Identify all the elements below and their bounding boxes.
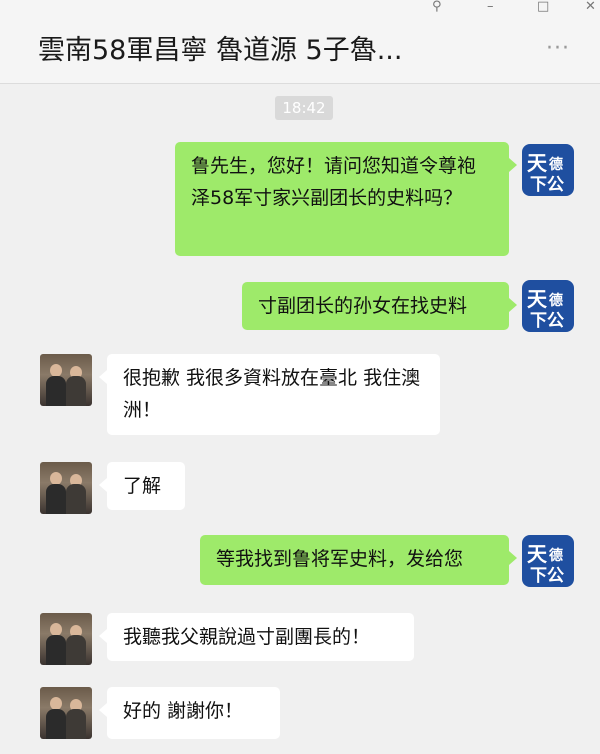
incoming-message[interactable]: 了解 [99, 462, 185, 510]
message-text: 好的 謝謝你！ [123, 700, 244, 722]
contact-avatar[interactable] [40, 354, 92, 406]
contact-avatar[interactable] [40, 687, 92, 739]
avatar-text-bottom: 下公 [530, 566, 564, 586]
chat-title: 雲南58軍昌寧 魯道源 5子魯... [38, 35, 403, 66]
my-avatar[interactable]: 天 德 下公 [522, 280, 574, 332]
message-text: 我聽我父親說過寸副團長的！ [123, 626, 371, 648]
message-text: 很抱歉 我很多資料放在臺北 我住澳洲！ [123, 367, 421, 421]
message-text: 鲁先生，您好！请问您知道令尊袍泽58军寸家兴副团长的史料吗？ [191, 155, 477, 209]
incoming-message[interactable]: 很抱歉 我很多資料放在臺北 我住澳洲！ [99, 354, 440, 435]
message-timestamp: 18:42 [275, 96, 333, 120]
message-text: 寸副团长的孙女在找史料 [258, 295, 468, 317]
message-text: 了解 [123, 475, 162, 497]
chat-header: ⚲ – □ ✕ 雲南58軍昌寧 魯道源 5子魯... ··· [0, 0, 600, 84]
pin-icon[interactable]: ⚲ [432, 0, 442, 14]
my-avatar[interactable]: 天 德 下公 [522, 535, 574, 587]
incoming-message[interactable]: 好的 謝謝你！ [99, 687, 280, 739]
close-icon[interactable]: ✕ [585, 0, 596, 14]
avatar-text-bottom: 下公 [530, 175, 564, 195]
contact-avatar[interactable] [40, 462, 92, 514]
avatar-text-bottom: 下公 [530, 311, 564, 331]
outgoing-message[interactable]: 等我找到鲁将军史料，发给您 [200, 535, 517, 585]
my-avatar[interactable]: 天 德 下公 [522, 144, 574, 196]
contact-avatar[interactable] [40, 613, 92, 665]
incoming-message[interactable]: 我聽我父親說過寸副團長的！ [99, 613, 414, 661]
minimize-icon[interactable]: – [487, 0, 494, 14]
more-options-icon[interactable]: ··· [546, 36, 570, 61]
message-text: 等我找到鲁将军史料，发给您 [216, 548, 464, 570]
outgoing-message[interactable]: 鲁先生，您好！请问您知道令尊袍泽58军寸家兴副团长的史料吗？ [175, 142, 517, 256]
outgoing-message[interactable]: 寸副团长的孙女在找史料 [242, 282, 517, 330]
maximize-icon[interactable]: □ [537, 0, 549, 14]
